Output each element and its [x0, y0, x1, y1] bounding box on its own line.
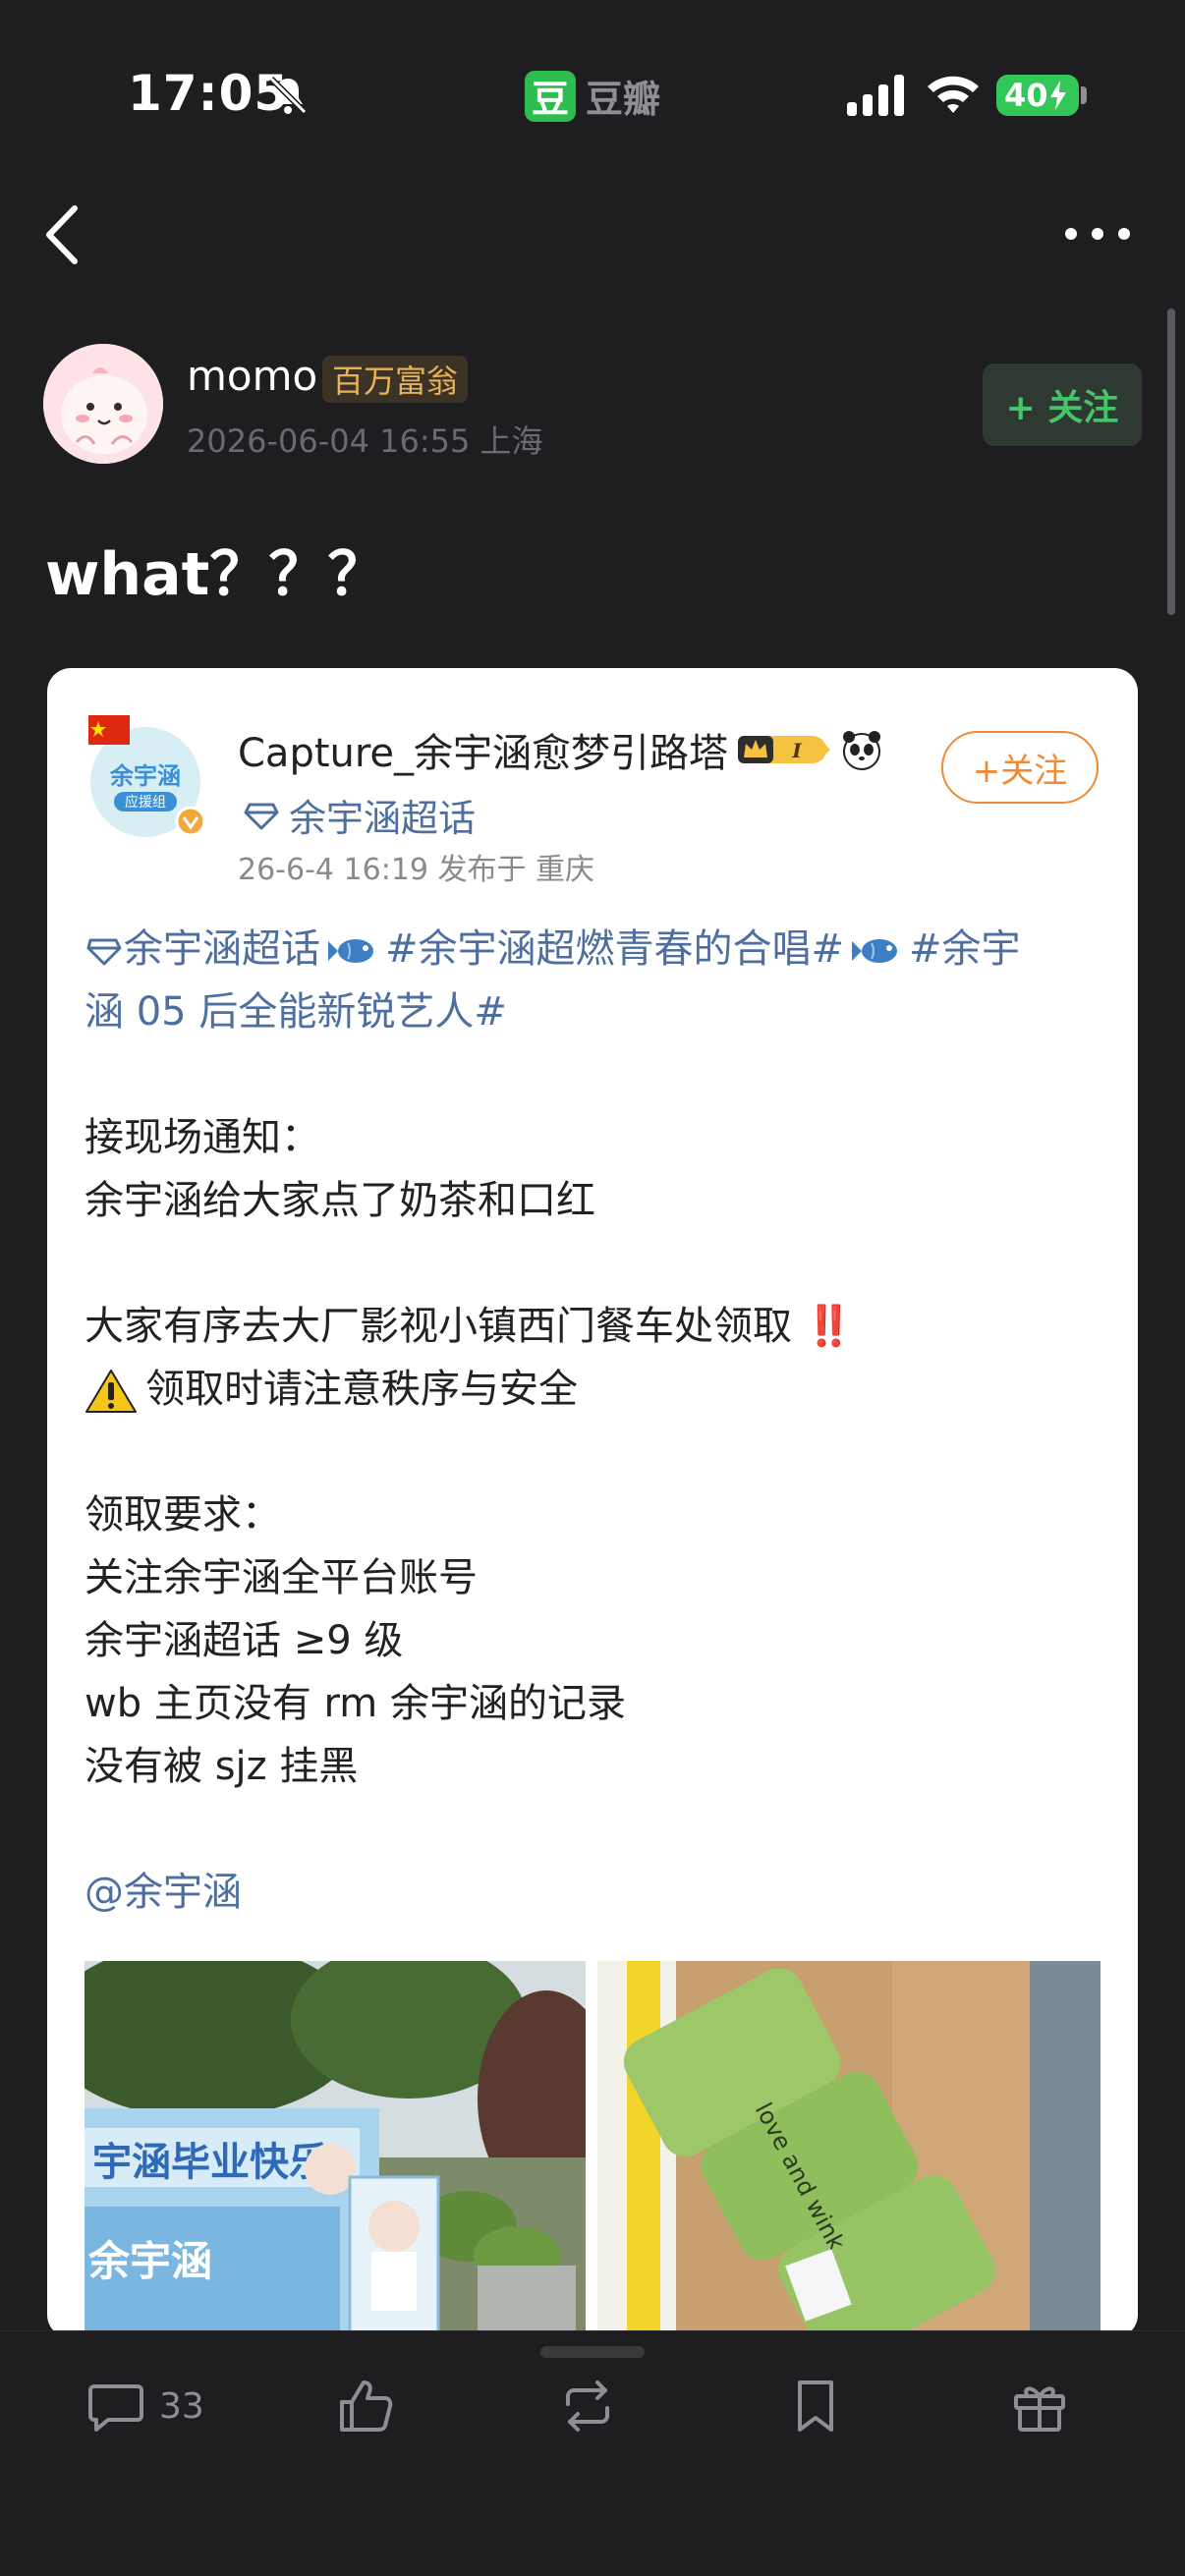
bell-muted-icon [268, 76, 308, 115]
user-title-badge: 百万富翁 [322, 356, 469, 403]
body-text: 接现场通知： [85, 1115, 320, 1160]
post-meta: 2026-06-04 16:55 上海 [187, 422, 543, 460]
app-name: 豆瓣 [586, 78, 661, 121]
card-author-line: Capture_余宇涵愈梦引路塔 I [238, 721, 883, 778]
body-text: 关注余宇涵全平台账号 [85, 1555, 478, 1600]
double-exclamation-icon: ‼️ [804, 1304, 854, 1349]
warning-icon [85, 1370, 137, 1413]
svg-text:I: I [791, 739, 802, 762]
photo-milk-tea-box[interactable]: love and wink [597, 1961, 1100, 2338]
body-text-line: 领取时请注意秩序与安全 [85, 1358, 1106, 1421]
scrollbar[interactable] [1167, 308, 1175, 615]
body-text: wb 主页没有 rm 余宇涵的记录 [85, 1681, 626, 1726]
comment-bubble-icon [88, 2384, 143, 2432]
repost-icon [566, 2380, 609, 2432]
bookmark-icon [798, 2380, 833, 2432]
charging-bolt-icon [1049, 81, 1066, 110]
body-text: 余宇涵超话 ≥9 级 [85, 1618, 404, 1663]
comment-count: 33 [159, 2385, 204, 2427]
panda-icon [843, 731, 881, 770]
card-follow-button[interactable]: +关注 [941, 731, 1099, 804]
like-button[interactable] [336, 2372, 395, 2440]
super-topic-link[interactable]: 余宇涵超话 [124, 926, 320, 972]
card-author-name[interactable]: Capture_余宇涵愈梦引路塔 [238, 721, 728, 778]
battery-indicator: 40 [996, 75, 1079, 116]
group-avatar[interactable]: 余宇涵 应援组 [85, 711, 212, 839]
thumbs-up-icon [340, 2380, 393, 2432]
post-title: what？？？ [45, 540, 387, 609]
body-text: 余宇涵给大家点了奶茶和口红 [85, 1178, 595, 1223]
card-meta: 26-6-4 16:19 发布于 重庆 [238, 853, 595, 887]
body-text: 领取时请注意秩序与安全 [145, 1367, 578, 1412]
comment-button[interactable]: 33 [86, 2372, 204, 2440]
card-topic-label: 余宇涵超话 [289, 797, 477, 840]
avatar-cartoon-icon [43, 344, 163, 464]
douban-logo-icon: 豆 [525, 70, 576, 122]
body-text: 领取要求： [85, 1492, 281, 1538]
status-bar: 17:05 豆 豆瓣 40 [0, 0, 1185, 187]
wifi-icon [928, 76, 979, 113]
mention-link[interactable]: @余宇涵 [85, 1861, 1106, 1924]
bookmark-button[interactable] [786, 2372, 845, 2440]
group-avatar-name: 余宇涵 [109, 762, 181, 790]
group-avatar-sub: 应援组 [125, 794, 166, 811]
super-topic-diamond-icon [244, 803, 279, 829]
super-topic-diamond-icon [86, 938, 122, 966]
avatar[interactable] [43, 344, 163, 464]
battery-level: 40 [1004, 77, 1048, 114]
hashtag-line-2[interactable]: 涵 05 后全能新锐艺人# [85, 980, 1106, 1043]
repost-button[interactable] [558, 2372, 617, 2440]
cellular-signal-icon [847, 75, 904, 116]
hashtag-link[interactable]: #余宇 [909, 926, 1021, 972]
bottom-action-bar [0, 2330, 1185, 2576]
body-text: 没有被 sjz 挂黑 [85, 1744, 359, 1789]
embedded-post-card[interactable]: 余宇涵 应援组 Capture_余宇涵愈梦引路塔 I 余宇涵超话 26-6-4 … [47, 668, 1138, 2338]
battery-tip [1081, 86, 1087, 104]
fish-icon [328, 939, 373, 963]
body-text: 大家有序去大厂影视小镇西门餐车处领取 [85, 1304, 792, 1349]
author-name[interactable]: momo [187, 352, 317, 400]
app-indicator: 豆 豆瓣 [525, 69, 660, 123]
crown-level-badge-icon: I [738, 736, 831, 763]
card-topic-link[interactable]: 余宇涵超话 [244, 788, 476, 842]
more-options-icon[interactable] [1063, 214, 1132, 253]
photo-food-truck[interactable]: 宇涵毕业快乐 余宇涵 [85, 1961, 586, 2338]
card-body: 余宇涵超话 #余宇涵超燃青春的合唱# #余宇 涵 05 后全能新锐艺人# 接现场… [85, 918, 1106, 1924]
truck-name-text: 余宇涵 [87, 2237, 212, 2285]
hashtag-line-1: 余宇涵超话 #余宇涵超燃青春的合唱# #余宇 [85, 918, 1106, 980]
hashtag-link[interactable]: #余宇涵超燃青春的合唱# [385, 926, 844, 972]
fish-icon [852, 939, 898, 963]
body-text-line: 大家有序去大厂影视小镇西门餐车处领取 ‼️ [85, 1295, 1106, 1358]
gift-icon [1014, 2386, 1065, 2432]
follow-button[interactable]: + 关注 [983, 364, 1142, 446]
truck-banner-text: 宇涵毕业快乐 [92, 2140, 328, 2185]
drag-handle[interactable] [540, 2346, 645, 2358]
back-arrow-icon[interactable] [39, 200, 88, 269]
gift-button[interactable] [1010, 2372, 1069, 2440]
